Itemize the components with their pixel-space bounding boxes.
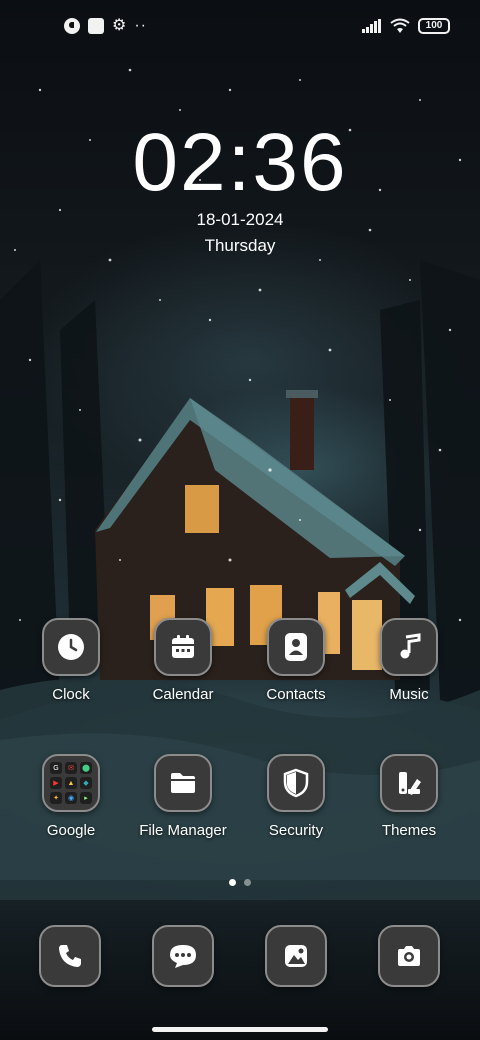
gallery-icon xyxy=(285,945,307,967)
home-gesture-bar[interactable] xyxy=(152,1027,328,1032)
chrome-mini-icon: ◉ xyxy=(65,792,77,804)
google-folder-tile[interactable]: G ✉ ⬤ ▶ ▲ ◆ ✦ ◉ ▸ xyxy=(42,754,100,812)
dock-messages[interactable] xyxy=(128,925,238,987)
battery-indicator: 100 xyxy=(418,18,450,34)
app-label: Contacts xyxy=(266,686,326,703)
music-app-tile[interactable] xyxy=(380,618,438,676)
app-notification-icon xyxy=(64,18,80,34)
gear-icon: ⚙ xyxy=(112,17,127,34)
camera-app-tile[interactable] xyxy=(378,925,440,987)
phone-icon xyxy=(59,945,81,967)
square-notification-icon xyxy=(88,18,104,34)
wifi-icon xyxy=(390,18,410,33)
google-mini-icon: G xyxy=(50,762,62,774)
app-themes[interactable]: Themes xyxy=(354,754,464,839)
app-file-manager[interactable]: File Manager xyxy=(128,754,238,839)
drive-mini-icon: ▲ xyxy=(65,777,77,789)
maps-mini-icon: ⬤ xyxy=(80,762,92,774)
signal-icon xyxy=(362,19,381,33)
camera-icon xyxy=(398,946,420,966)
gallery-app-tile[interactable] xyxy=(265,925,327,987)
folder-icon xyxy=(171,773,195,793)
clock-time[interactable]: 02:36 xyxy=(0,118,480,208)
contacts-app-tile[interactable] xyxy=(267,618,325,676)
app-security[interactable]: Security xyxy=(241,754,351,839)
themes-icon xyxy=(399,772,421,795)
person-icon xyxy=(285,633,307,661)
app-google-folder[interactable]: G ✉ ⬤ ▶ ▲ ◆ ✦ ◉ ▸ Google xyxy=(16,754,126,839)
security-app-tile[interactable] xyxy=(267,754,325,812)
message-icon xyxy=(170,945,196,968)
clock-day: Thursday xyxy=(204,236,276,255)
app-label: Themes xyxy=(381,822,437,839)
meet-mini-icon: ◆ xyxy=(80,777,92,789)
dock-gallery[interactable] xyxy=(241,925,351,987)
dock-phone[interactable] xyxy=(15,925,125,987)
clock-date: 18-01-2024 xyxy=(196,210,284,229)
calendar-icon xyxy=(172,635,194,658)
clock-app-tile[interactable] xyxy=(42,618,100,676)
calendar-app-tile[interactable] xyxy=(154,618,212,676)
dock-camera[interactable] xyxy=(354,925,464,987)
page-dot[interactable] xyxy=(244,879,251,886)
file-manager-tile[interactable] xyxy=(154,754,212,812)
app-label: Google xyxy=(46,822,96,839)
folder-grid-icon: G ✉ ⬤ ▶ ▲ ◆ ✦ ◉ ▸ xyxy=(50,762,92,804)
app-contacts[interactable]: Contacts xyxy=(241,618,351,703)
play-mini-icon: ▸ xyxy=(80,792,92,804)
youtube-mini-icon: ▶ xyxy=(50,777,62,789)
app-label: Music xyxy=(389,686,429,703)
app-label: Security xyxy=(268,822,324,839)
app-music[interactable]: Music xyxy=(354,618,464,703)
page-dot-current[interactable] xyxy=(229,879,236,886)
status-left: ⚙ ·· xyxy=(64,18,147,34)
photos-mini-icon: ✦ xyxy=(50,792,62,804)
phone-app-tile[interactable] xyxy=(39,925,101,987)
status-right: 100 xyxy=(362,18,450,34)
app-label: File Manager xyxy=(139,822,227,839)
themes-app-tile[interactable] xyxy=(380,754,438,812)
gmail-mini-icon: ✉ xyxy=(65,762,77,774)
messages-app-tile[interactable] xyxy=(152,925,214,987)
app-label: Calendar xyxy=(152,686,214,703)
shield-icon xyxy=(283,768,309,798)
page-indicator xyxy=(0,879,480,886)
app-clock[interactable]: Clock xyxy=(16,618,126,703)
music-note-icon xyxy=(400,633,421,659)
status-bar: ⚙ ·· 100 xyxy=(0,16,480,40)
app-calendar[interactable]: Calendar xyxy=(128,618,238,703)
more-notifications-icon: ·· xyxy=(134,17,147,34)
clock-icon xyxy=(58,634,84,660)
app-label: Clock xyxy=(52,686,90,703)
